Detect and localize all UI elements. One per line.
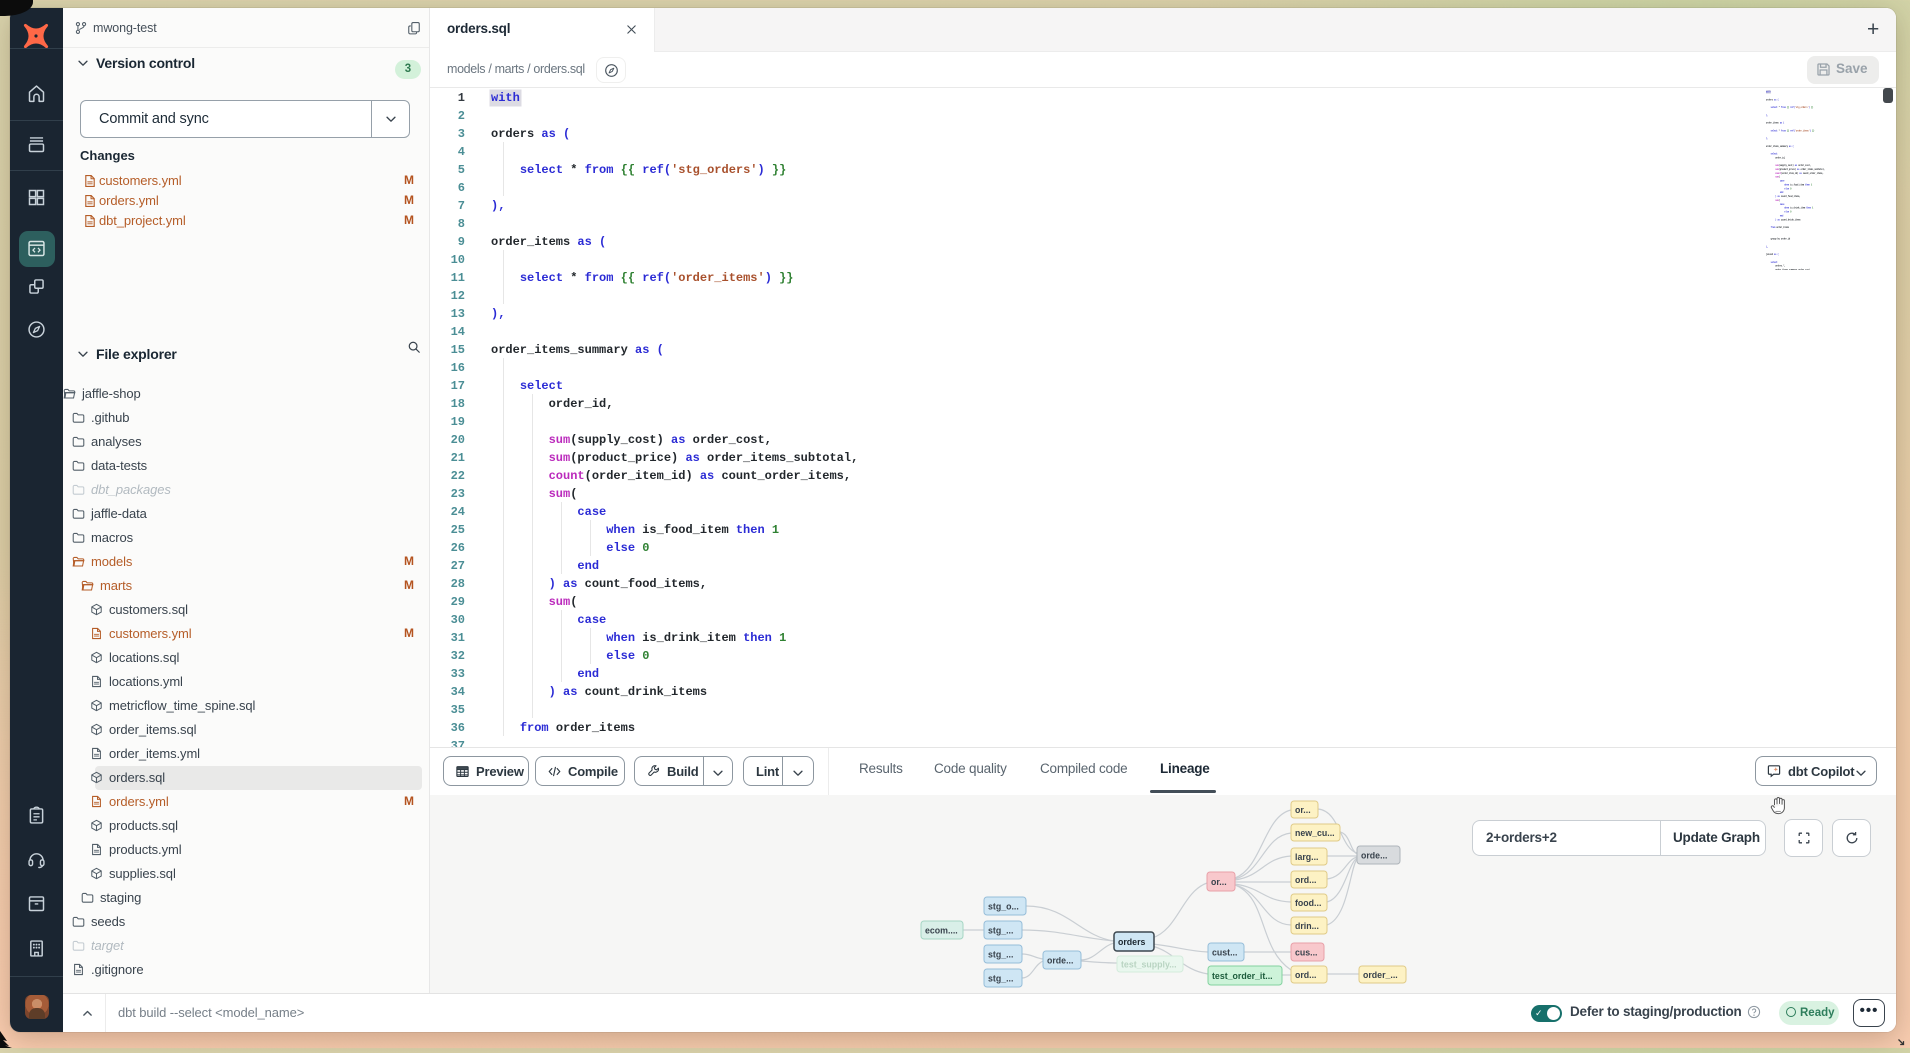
svg-text:test_supply...: test_supply... <box>1121 959 1177 969</box>
svg-text:ord...: ord... <box>1295 970 1317 980</box>
svg-text:or...: or... <box>1211 877 1227 887</box>
svg-text:stg_...: stg_... <box>988 973 1013 983</box>
svg-text:new_cu...: new_cu... <box>1295 828 1335 838</box>
svg-text:stg_...: stg_... <box>988 925 1013 935</box>
svg-text:orde...: orde... <box>1361 850 1387 860</box>
svg-text:stg_...: stg_... <box>988 949 1013 959</box>
svg-text:cus...: cus... <box>1295 947 1318 957</box>
svg-text:ord...: ord... <box>1295 875 1317 885</box>
svg-text:cust...: cust... <box>1212 947 1237 957</box>
svg-text:order_...: order_... <box>1363 970 1398 980</box>
svg-text:or...: or... <box>1295 805 1311 815</box>
svg-text:food...: food... <box>1295 898 1321 908</box>
svg-text:test_order_it...: test_order_it... <box>1212 971 1273 981</box>
svg-text:orde...: orde... <box>1047 955 1073 965</box>
svg-text:larg...: larg... <box>1295 852 1318 862</box>
svg-text:drin...: drin... <box>1295 921 1319 931</box>
svg-text:stg_o...: stg_o... <box>988 901 1019 911</box>
svg-text:ecom....: ecom.... <box>925 925 958 935</box>
svg-text:orders: orders <box>1118 937 1145 947</box>
